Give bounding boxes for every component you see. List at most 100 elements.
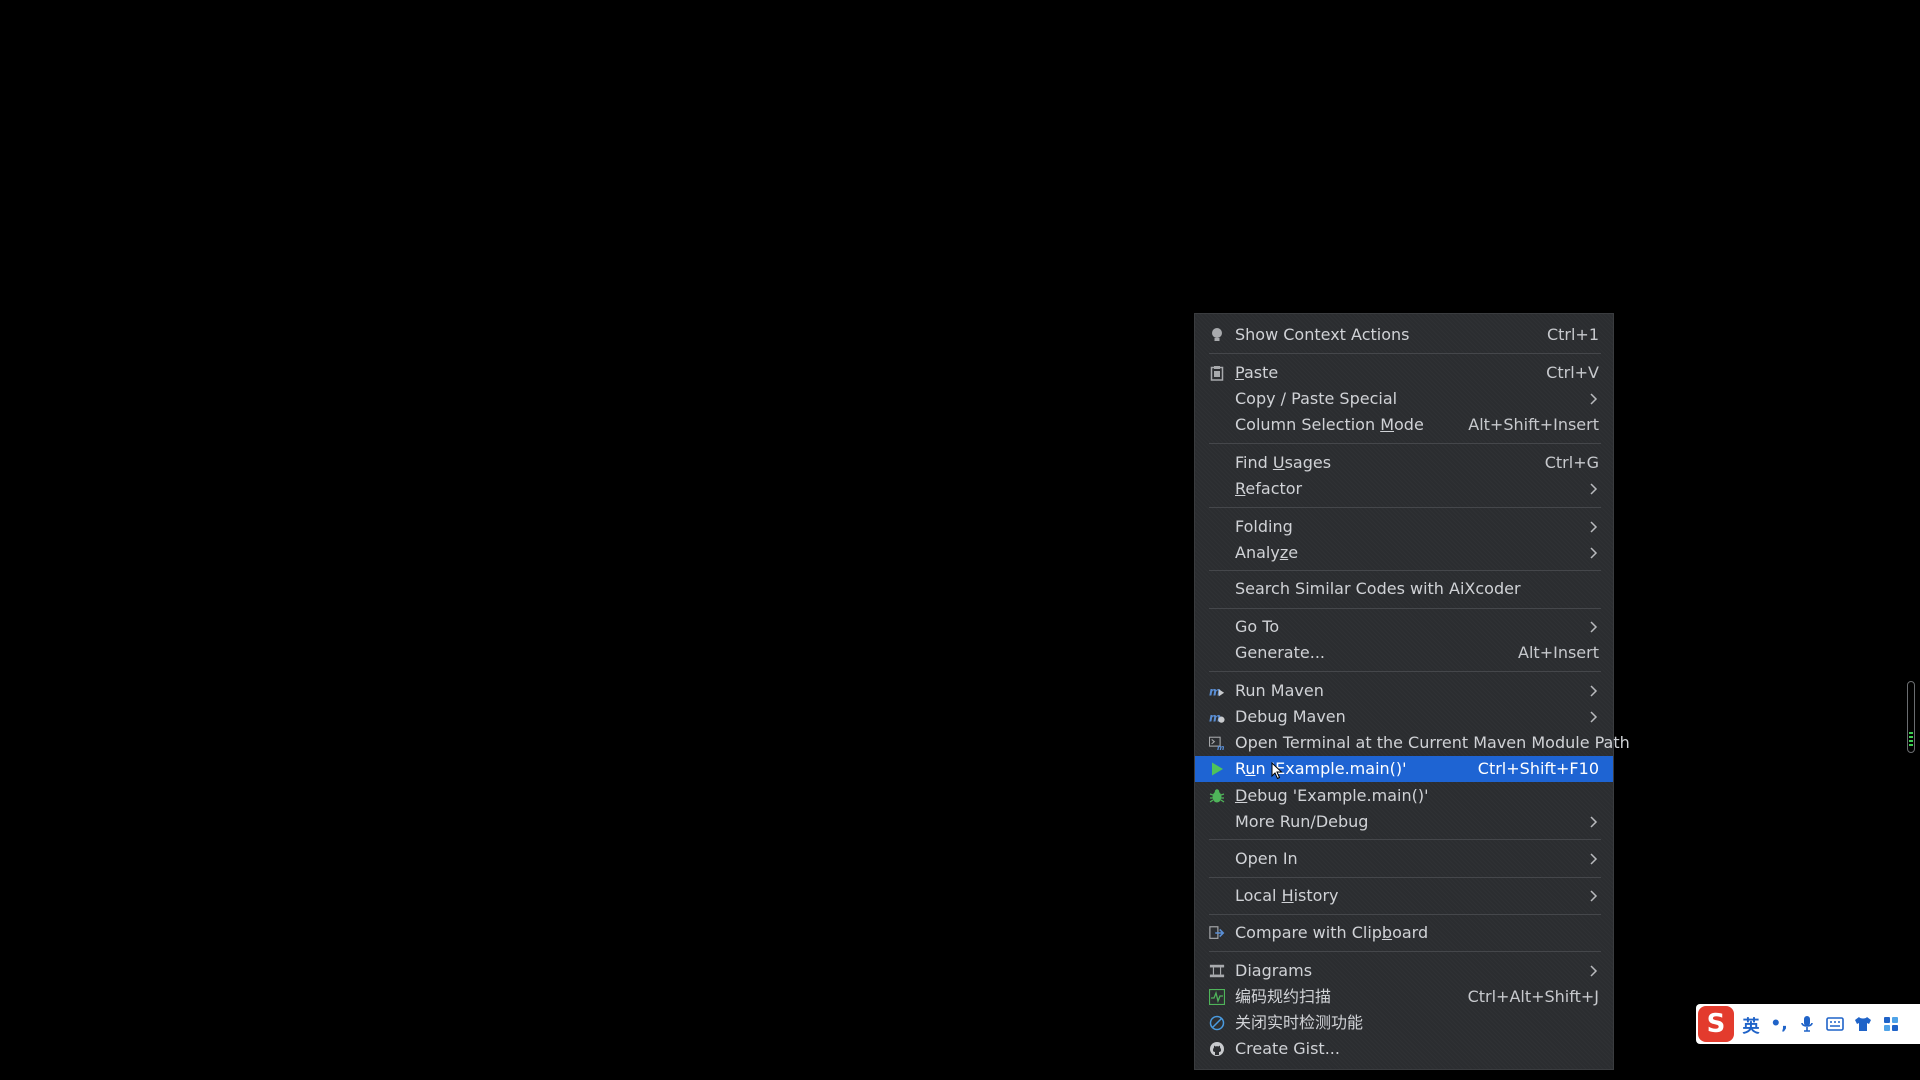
menu-item-label: Find Usages: [1235, 450, 1331, 476]
menu-item-search-similar-codes[interactable]: Search Similar Codes with AiXcoder: [1195, 576, 1613, 602]
menu-item-go-to[interactable]: Go To: [1195, 614, 1613, 640]
menu-item-label: Search Similar Codes with AiXcoder: [1235, 579, 1521, 598]
chevron-right-icon: [1590, 547, 1598, 559]
mnemonic: U: [1272, 453, 1285, 472]
chevron-right-icon: [1590, 711, 1598, 723]
maven-debug-icon: m: [1209, 709, 1225, 725]
menu-item-generate[interactable]: Generate... Alt+Insert: [1195, 640, 1613, 666]
menu-separator: [1209, 914, 1601, 915]
mnemonic: u: [1245, 759, 1256, 778]
menu-item-close-realtime-detection[interactable]: 关闭实时检测功能: [1195, 1010, 1613, 1036]
menu-item-label: Run 'Example.main()': [1235, 756, 1407, 782]
menu-item-paste[interactable]: Paste Ctrl+V: [1195, 360, 1613, 386]
no-entry-icon: [1209, 1015, 1225, 1031]
menu-separator: [1209, 570, 1601, 571]
menu-item-run-example-main[interactable]: Run 'Example.main()' Ctrl+Shift+F10: [1195, 756, 1613, 782]
menu-item-analyze[interactable]: Analyze: [1195, 540, 1613, 566]
menu-item-more-run-debug[interactable]: More Run/Debug: [1195, 809, 1613, 835]
clipboard-icon: [1209, 365, 1225, 381]
label-pre: R: [1235, 759, 1246, 778]
menu-item-create-gist[interactable]: Create Gist...: [1195, 1036, 1613, 1062]
edge-level-indicator: [1907, 681, 1915, 753]
editor-context-menu: Show Context Actions Ctrl+1 Paste Ctrl+V…: [1194, 313, 1630, 1070]
menu-item-column-selection-mode[interactable]: Column Selection Mode Alt+Shift+Insert: [1195, 412, 1613, 438]
menu-separator: [1209, 608, 1601, 609]
diagram-icon: [1209, 963, 1225, 979]
menu-separator: [1209, 671, 1601, 672]
menu-item-shortcut: Alt+Shift+Insert: [1468, 415, 1599, 434]
menu-item-label: Paste: [1235, 360, 1278, 386]
menu-item-open-terminal-maven[interactable]: m Open Terminal at the Current Maven Mod…: [1195, 730, 1630, 756]
menu-item-diagrams[interactable]: Diagrams: [1195, 958, 1613, 984]
skin-shirt-icon[interactable]: [1852, 1013, 1874, 1035]
menu-item-label: Open In: [1235, 849, 1298, 868]
menu-separator: [1209, 839, 1601, 840]
chevron-right-icon: [1590, 890, 1598, 902]
menu-item-debug-maven[interactable]: m Debug Maven: [1195, 704, 1613, 730]
menu-item-local-history[interactable]: Local History: [1195, 883, 1613, 909]
menu-item-label: Go To: [1235, 617, 1280, 636]
keyboard-icon[interactable]: [1824, 1013, 1846, 1035]
ime-punctuation-toggle[interactable]: •,: [1768, 1013, 1790, 1035]
chevron-right-icon: [1590, 965, 1598, 977]
ime-language-toggle[interactable]: 英: [1740, 1013, 1762, 1037]
menu-item-find-usages[interactable]: Find Usages Ctrl+G: [1195, 450, 1613, 476]
scan-pulse-icon: [1209, 989, 1225, 1005]
menu-separator: [1209, 353, 1601, 354]
toolbox-grid-icon[interactable]: [1880, 1013, 1902, 1035]
mnemonic: M: [1380, 415, 1394, 434]
menu-item-debug-example-main[interactable]: Debug 'Example.main()': [1195, 783, 1613, 809]
label-rest: e: [1288, 543, 1299, 562]
menu-item-label: 关闭实时检测功能: [1235, 1013, 1364, 1032]
mnemonic: D: [1235, 786, 1248, 805]
menu-item-shortcut: Ctrl+Alt+Shift+J: [1467, 987, 1599, 1006]
menu-item-label: Diagrams: [1235, 961, 1313, 980]
menu-item-label: Analyze: [1235, 540, 1298, 566]
lightbulb-icon: [1209, 327, 1225, 343]
level-bars: [1909, 732, 1913, 748]
terminal-maven-icon: m: [1209, 735, 1225, 751]
menu-item-label: Folding: [1235, 517, 1293, 536]
menu-item-code-standard-scan[interactable]: 编码规约扫描 Ctrl+Alt+Shift+J: [1195, 984, 1613, 1010]
chevron-right-icon: [1590, 621, 1598, 633]
menu-separator: [1209, 951, 1601, 952]
menu-item-folding[interactable]: Folding: [1195, 514, 1613, 540]
menu-item-label: 编码规约扫描: [1235, 987, 1332, 1006]
mouse-cursor-icon: [1271, 762, 1283, 780]
label-rest: aste: [1243, 363, 1279, 382]
label-pre: Column Selection: [1235, 415, 1381, 434]
label-pre: Analy: [1235, 543, 1280, 562]
menu-item-show-context-actions[interactable]: Show Context Actions Ctrl+1: [1195, 322, 1613, 348]
menu-item-label: Run Maven: [1235, 681, 1324, 700]
menu-item-shortcut: Ctrl+Shift+F10: [1477, 759, 1599, 778]
label-pre: Find: [1235, 453, 1273, 472]
ime-logo[interactable]: S: [1698, 1006, 1734, 1042]
menu-item-label: Column Selection Mode: [1235, 412, 1424, 438]
menu-item-shortcut: Ctrl+G: [1544, 453, 1599, 472]
menu-item-copy-paste-special[interactable]: Copy / Paste Special: [1195, 386, 1613, 412]
menu-item-label: Generate...: [1235, 643, 1325, 662]
chevron-right-icon: [1590, 483, 1598, 495]
bug-icon: [1209, 788, 1225, 804]
label-rest: oard: [1392, 923, 1429, 942]
label-rest: istory: [1293, 886, 1339, 905]
mnemonic: R: [1235, 479, 1246, 498]
svg-text:m: m: [1217, 743, 1224, 751]
microphone-icon[interactable]: [1796, 1013, 1818, 1035]
menu-separator: [1209, 443, 1601, 444]
menu-item-open-in[interactable]: Open In: [1195, 846, 1613, 872]
menu-item-label: More Run/Debug: [1235, 812, 1369, 831]
run-play-icon: [1209, 761, 1225, 777]
menu-item-shortcut: Ctrl+V: [1546, 363, 1599, 382]
chevron-right-icon: [1590, 685, 1598, 697]
mnemonic: P: [1235, 363, 1244, 382]
menu-item-label: Show Context Actions: [1235, 325, 1410, 344]
mnemonic: H: [1281, 886, 1294, 905]
menu-item-compare-with-clipboard[interactable]: Compare with Clipboard: [1195, 920, 1613, 946]
menu-separator: [1209, 507, 1601, 508]
menu-item-run-maven[interactable]: m Run Maven: [1195, 678, 1613, 704]
menu-item-shortcut: Ctrl+1: [1546, 325, 1599, 344]
menu-item-label: Create Gist...: [1235, 1039, 1340, 1058]
github-icon: [1209, 1041, 1225, 1057]
menu-item-refactor[interactable]: Refactor: [1195, 476, 1613, 502]
